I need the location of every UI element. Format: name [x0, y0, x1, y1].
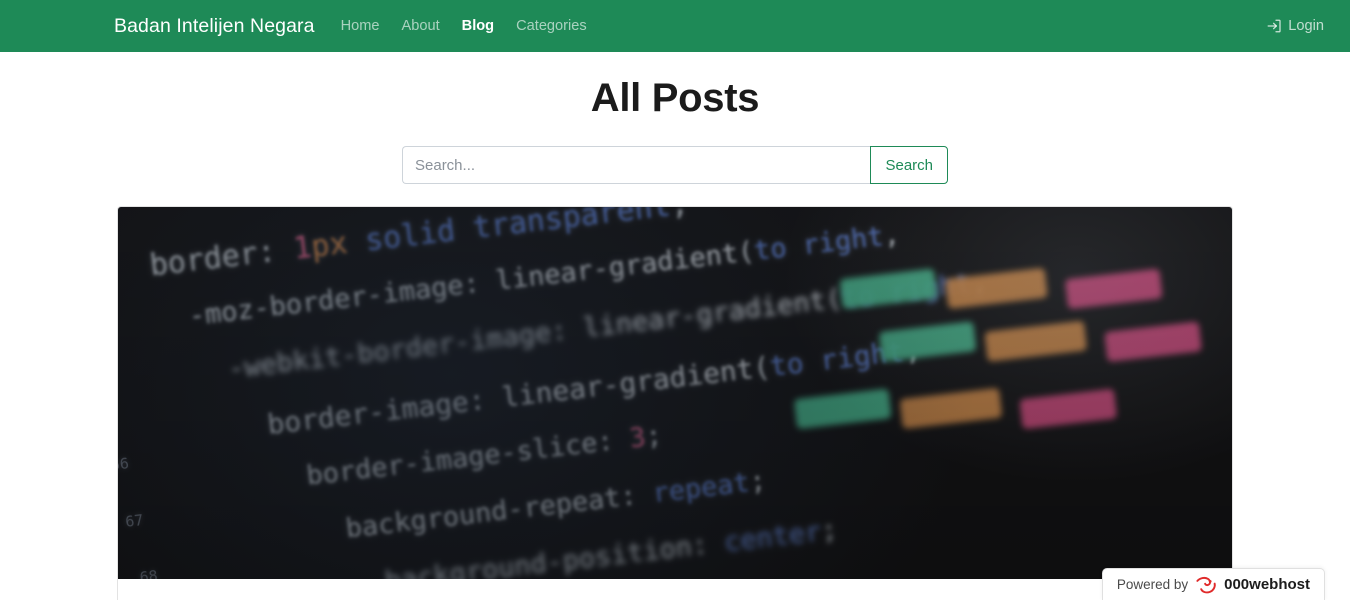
post-thumbnail-image[interactable]: 63 64 65 66 67 68 69 border: 1px solid t…	[118, 207, 1232, 579]
nav-link-about[interactable]: About	[402, 19, 440, 34]
code-color-block	[984, 320, 1088, 362]
code-color-block	[1103, 321, 1202, 363]
code-line: border-image-slice: 3;	[304, 419, 664, 492]
search-form: Search	[402, 146, 948, 184]
login-link[interactable]: Login	[1266, 18, 1324, 34]
login-label: Login	[1288, 18, 1324, 34]
nav-link-home[interactable]: Home	[341, 19, 380, 34]
code-line-number: 68	[138, 566, 159, 579]
posts-list: 63 64 65 66 67 68 69 border: 1px solid t…	[117, 206, 1233, 600]
code-color-block	[899, 387, 1003, 430]
nav-link-blog[interactable]: Blog	[462, 19, 494, 34]
code-color-block	[1064, 268, 1163, 310]
navbar-brand[interactable]: Badan Intelijen Negara	[114, 15, 315, 38]
post-card[interactable]: 63 64 65 66 67 68 69 border: 1px solid t…	[117, 206, 1233, 600]
000webhost-logo-icon	[1195, 575, 1217, 595]
code-color-block	[1019, 389, 1117, 430]
code-line-number: 67	[124, 510, 145, 531]
search-button[interactable]: Search	[870, 146, 948, 184]
code-color-block	[794, 388, 892, 430]
code-color-block	[878, 321, 977, 363]
code-line-number: 66	[118, 455, 131, 476]
webhost-brand-label: 000webhost	[1224, 576, 1310, 593]
powered-by-label: Powered by	[1116, 577, 1189, 592]
post-body	[118, 579, 1232, 600]
code-photo-content: 63 64 65 66 67 68 69 border: 1px solid t…	[118, 207, 1232, 579]
main-content: All Posts Search 63 64 65 66 67 68 69 bo…	[0, 52, 1350, 600]
top-navbar: Badan Intelijen Negara Home About Blog C…	[0, 0, 1350, 52]
navbar-right: Login	[1266, 18, 1324, 34]
sign-in-icon	[1266, 18, 1282, 34]
nav-link-categories[interactable]: Categories	[516, 19, 587, 34]
powered-by-badge[interactable]: Powered by 000webhost	[1101, 568, 1325, 600]
navbar-links: Home About Blog Categories	[341, 19, 587, 34]
page-title: All Posts	[590, 76, 760, 120]
search-input[interactable]	[402, 146, 871, 184]
